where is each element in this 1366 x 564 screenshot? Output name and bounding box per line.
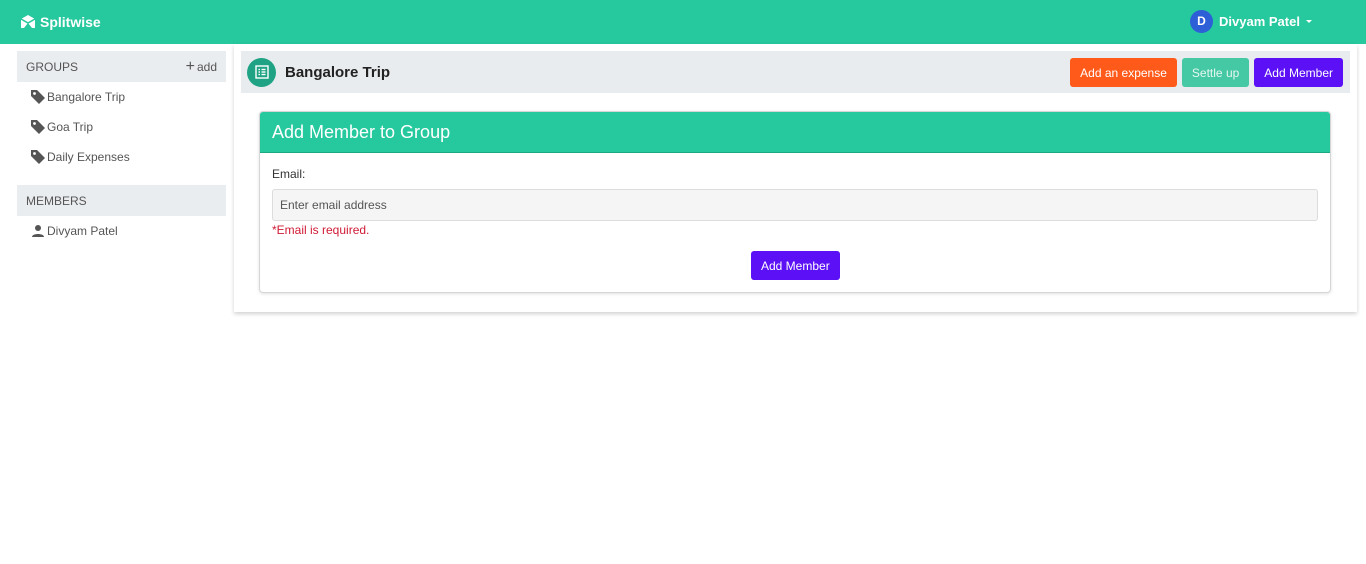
receipt-icon	[247, 57, 276, 87]
sidebar-item-label: Bangalore Trip	[47, 90, 126, 104]
add-member-button[interactable]: Add Member	[1254, 58, 1343, 87]
groups-header-label: GROUPS	[26, 59, 79, 74]
members-header: MEMBERS	[17, 185, 226, 216]
card-title: Add Member to Group	[260, 112, 1330, 153]
user-name: Divyam Patel	[1219, 13, 1300, 29]
email-error-message: *Email is required.	[272, 223, 370, 237]
person-icon	[32, 225, 44, 237]
tag-icon	[31, 120, 45, 134]
sidebar-item-label: Daily Expenses	[47, 150, 130, 164]
sidebar: GROUPS + add Bangalore Trip Goa Trip Dai…	[17, 51, 226, 246]
submit-add-member-button[interactable]: Add Member	[751, 251, 840, 280]
add-group-label: add	[196, 59, 217, 74]
user-menu[interactable]: D Divyam Patel	[1190, 9, 1312, 33]
top-navbar: Splitwise D Divyam Patel	[0, 0, 1366, 44]
chevron-down-icon	[1305, 19, 1312, 23]
email-field[interactable]	[272, 189, 1318, 221]
brand-logo[interactable]: Splitwise	[20, 12, 101, 32]
email-label: Email:	[272, 167, 306, 181]
sidebar-member-divyam-patel[interactable]: Divyam Patel	[17, 216, 226, 246]
add-member-card: Add Member to Group Email: *Email is req…	[259, 111, 1331, 293]
main-panel: Bangalore Trip Add an expense Settle up …	[234, 44, 1357, 312]
sidebar-item-goa-trip[interactable]: Goa Trip	[17, 112, 226, 142]
settle-up-button[interactable]: Settle up	[1181, 58, 1250, 87]
sidebar-item-bangalore-trip[interactable]: Bangalore Trip	[17, 82, 226, 112]
tag-icon	[31, 90, 45, 104]
add-expense-button[interactable]: Add an expense	[1070, 58, 1177, 87]
splitwise-logo-icon	[20, 15, 36, 28]
groups-header: GROUPS + add	[17, 51, 226, 82]
tag-icon	[31, 150, 45, 164]
group-actions: Add an expense Settle up Add Member	[1070, 58, 1343, 87]
member-label: Divyam Patel	[47, 224, 118, 238]
sidebar-item-daily-expenses[interactable]: Daily Expenses	[17, 142, 226, 172]
page-title: Bangalore Trip	[285, 63, 391, 81]
members-header-label: MEMBERS	[26, 193, 87, 208]
brand-name: Splitwise	[40, 14, 101, 30]
plus-icon: +	[185, 57, 195, 75]
group-header-bar: Bangalore Trip Add an expense Settle up …	[241, 51, 1350, 93]
avatar: D	[1190, 9, 1213, 33]
sidebar-item-label: Goa Trip	[47, 120, 94, 134]
add-group-button[interactable]: + add	[185, 57, 217, 75]
